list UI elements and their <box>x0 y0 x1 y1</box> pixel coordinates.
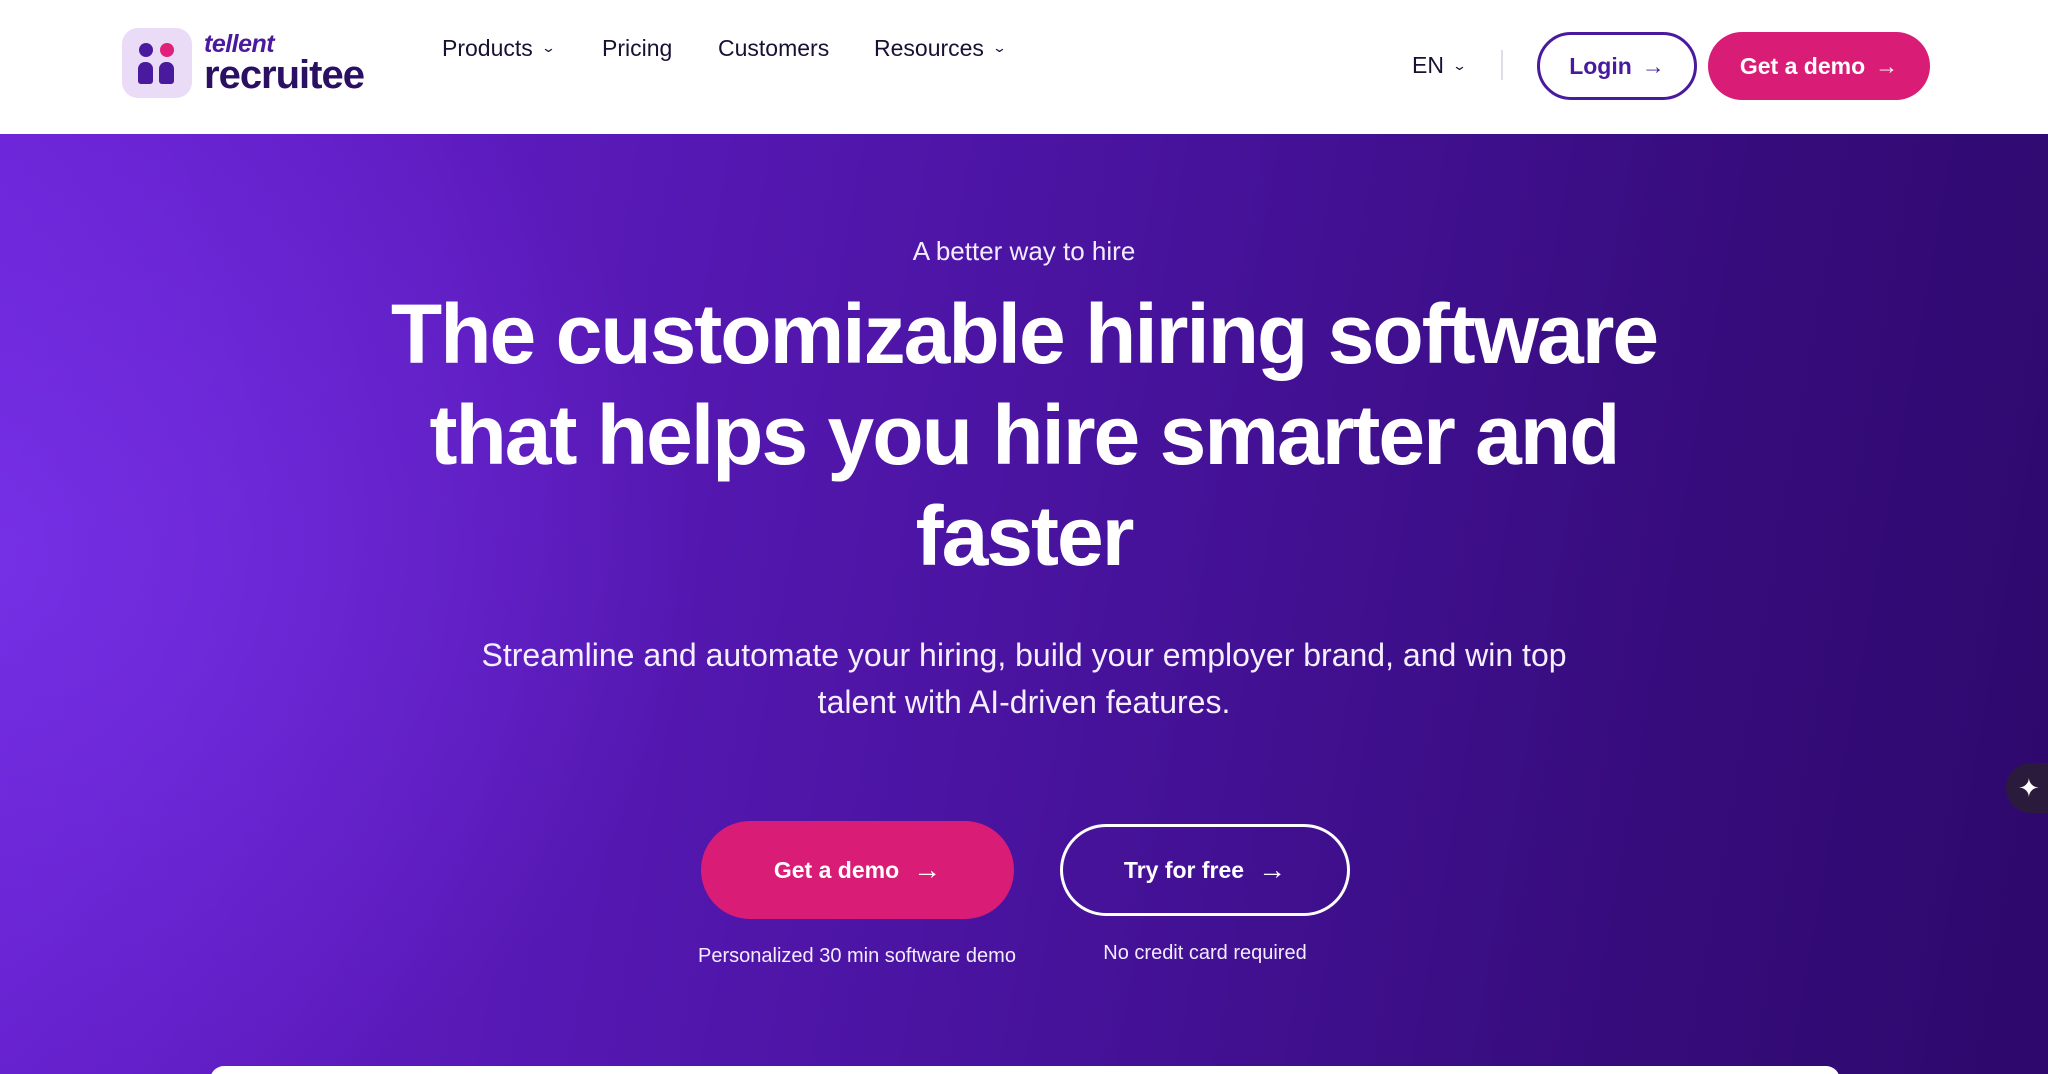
try-free-button[interactable]: Try for free → <box>1060 824 1350 916</box>
sparkle-icon: ✦ <box>2018 772 2040 803</box>
nav-pricing-label: Pricing <box>602 34 673 61</box>
language-selector[interactable]: EN ⌄ <box>1412 52 1468 79</box>
arrow-right-icon: → <box>1875 52 1899 79</box>
nav-products[interactable]: Products ⌄ <box>442 34 556 62</box>
try-free-note: No credit card required <box>1103 942 1307 964</box>
chevron-down-icon: ⌄ <box>991 40 1008 55</box>
hero-headline: The customizable hiring software that he… <box>390 287 1659 583</box>
hero-section: A better way to hire The customizable hi… <box>0 134 2048 1074</box>
nav-customers[interactable]: Customers <box>718 35 829 62</box>
logo[interactable]: tellent recruitee <box>122 28 365 98</box>
nav-resources-label: Resources <box>874 34 984 61</box>
chevron-down-icon: ⌄ <box>540 40 556 55</box>
hero-eyebrow: A better way to hire <box>912 236 1136 266</box>
product-preview-card <box>210 1066 1840 1074</box>
nav-pricing[interactable]: Pricing <box>602 35 672 62</box>
demo-note: Personalized 30 min software demo <box>698 945 1016 967</box>
arrow-right-icon: → <box>913 854 942 885</box>
login-button[interactable]: Login → <box>1537 32 1697 100</box>
arrow-right-icon: → <box>1258 854 1287 885</box>
nav-products-label: Products <box>442 34 533 61</box>
site-header: tellent recruitee Products ⌄ Pricing Cus… <box>0 0 2048 134</box>
logo-mark-icon <box>122 28 192 98</box>
arrow-right-icon: → <box>1641 52 1665 79</box>
get-demo-header-button[interactable]: Get a demo → <box>1708 32 1930 100</box>
try-free-label: Try for free <box>1123 856 1245 883</box>
nav-resources[interactable]: Resources ⌄ <box>874 34 1008 62</box>
logo-recruitee-text: recruitee <box>204 52 365 97</box>
hero-subheadline: Streamline and automate your hiring, bui… <box>481 637 1567 720</box>
get-demo-hero-button[interactable]: Get a demo → <box>701 821 1014 919</box>
login-button-label: Login <box>1569 52 1632 79</box>
header-divider <box>1501 50 1503 80</box>
language-label: EN <box>1412 52 1444 78</box>
chevron-down-icon: ⌄ <box>1451 57 1468 73</box>
get-demo-header-label: Get a demo <box>1739 52 1866 79</box>
get-demo-hero-label: Get a demo <box>773 856 900 883</box>
ai-assistant-button[interactable]: ✦ <box>2006 763 2048 813</box>
nav-customers-label: Customers <box>718 34 830 61</box>
